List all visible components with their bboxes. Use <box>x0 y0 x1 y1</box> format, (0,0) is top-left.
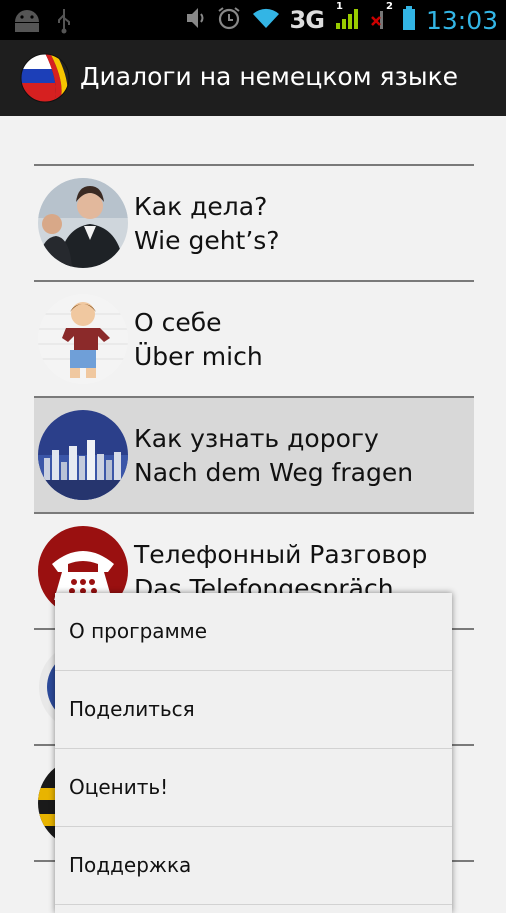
overflow-menu: О программе Поделиться Оценить! Поддержк… <box>55 593 452 913</box>
list-item-title-ru: О себе <box>134 308 222 337</box>
list-item-text: О себе Über mich <box>134 306 263 374</box>
list-item-title-ru: Телефонный Разговор <box>134 540 428 569</box>
battery-icon <box>402 5 416 35</box>
list-item[interactable]: Как узнать дорогу Nach dem Weg fragen <box>34 398 474 512</box>
city-skyline-photo <box>38 410 128 500</box>
app-flag-icon[interactable] <box>20 53 70 103</box>
signal-icon: 1 <box>334 1 360 35</box>
status-bar: 3G 1 2 13:03 <box>0 0 506 40</box>
menu-item-about[interactable]: О программе <box>55 593 452 671</box>
app-title: Диалоги на немецком языке <box>80 62 459 91</box>
vibrate-icon <box>184 6 206 34</box>
usb-icon <box>56 8 72 38</box>
list-item-text: Как узнать дорогу Nach dem Weg fragen <box>134 422 413 490</box>
list-item-title-de: Wie geht’s? <box>134 226 280 255</box>
network-type: 3G <box>289 6 325 34</box>
action-bar: Диалоги на немецком языке <box>0 40 506 116</box>
list-item-text: Как дела? Wie geht’s? <box>134 190 280 258</box>
list-item[interactable]: Как дела? Wie geht’s? <box>34 166 474 280</box>
wifi-icon <box>252 6 280 34</box>
list-item-title-ru: Как узнать дорогу <box>134 424 379 453</box>
menu-item-share[interactable]: Поделиться <box>55 671 452 749</box>
list-item-title-ru: Как дела? <box>134 192 268 221</box>
no-signal-icon: 2 <box>370 1 393 35</box>
boy-cartoon <box>38 294 128 384</box>
list-item-title-de: Nach dem Weg fragen <box>134 458 414 487</box>
list-item[interactable]: О себе Über mich <box>34 282 474 396</box>
android-icon <box>12 8 42 38</box>
menu-item-support[interactable]: Поддержка <box>55 827 452 905</box>
business-people-photo <box>38 178 128 268</box>
clock: 13:03 <box>425 5 498 35</box>
alarm-icon <box>216 5 242 35</box>
list-item-title-de: Über mich <box>134 342 263 371</box>
menu-item-rate[interactable]: Оценить! <box>55 749 452 827</box>
